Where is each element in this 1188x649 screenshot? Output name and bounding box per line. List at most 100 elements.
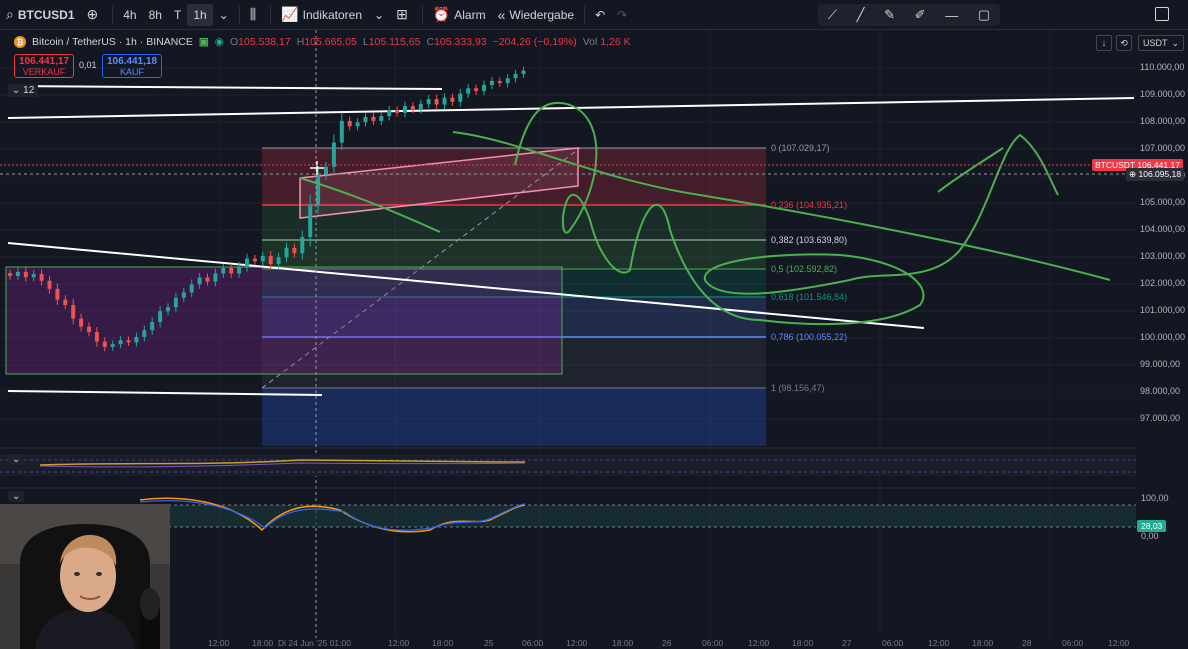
- candle-body: [126, 340, 131, 343]
- buy-button[interactable]: 106.441,18 KAUF: [102, 54, 162, 78]
- volume-label: Vol: [582, 36, 598, 48]
- candle-body: [79, 318, 84, 327]
- time-axis[interactable]: 12:00 18:00 Di 24 Jun '25 01:00 12:00 18:00 2…: [0, 638, 1136, 649]
- compare-button[interactable]: ⊕: [81, 0, 109, 30]
- buy-price: 106.441,18: [106, 56, 158, 67]
- candle-body: [134, 336, 139, 343]
- candle-body: [150, 322, 155, 331]
- chart-type-button[interactable]: ⫼: [244, 0, 266, 30]
- indicators-button[interactable]: 📈 Indikatoren: [275, 0, 368, 30]
- redo-button[interactable]: ↷: [611, 0, 633, 30]
- candle-body: [355, 122, 360, 127]
- candle-body: [403, 106, 407, 113]
- indicators-collapse-toggle[interactable]: ⌄ 12: [8, 84, 39, 97]
- tradingview-logo-icon: ▣: [198, 36, 209, 48]
- chevron-down-icon: ⌄: [12, 454, 21, 465]
- horizontal-line-tool-icon[interactable]: —: [945, 8, 958, 23]
- fib-level-label: 0,236 (104.935,21): [771, 200, 848, 210]
- candle-body: [379, 116, 384, 121]
- interval-8h[interactable]: 8h: [143, 0, 168, 30]
- candle-body: [497, 80, 502, 84]
- candle-body: [252, 258, 257, 262]
- alarm-clock-icon: ⏰: [432, 6, 451, 22]
- symbol-label: BTCUSD1: [17, 7, 75, 22]
- candle-body: [173, 297, 178, 308]
- candle-body: [237, 266, 242, 274]
- candle-body: [331, 142, 336, 167]
- interval-dropdown[interactable]: ⌄: [213, 0, 235, 30]
- alarm-label: Alarm: [454, 7, 486, 22]
- oscillator-pane[interactable]: [0, 497, 1136, 533]
- sync-icon[interactable]: ⟲: [1116, 35, 1132, 51]
- time-tick: 12:00: [748, 638, 770, 648]
- brush-tool-icon[interactable]: ✎: [884, 7, 895, 23]
- line-tool-icon[interactable]: ╱: [857, 7, 865, 23]
- candle-body: [363, 116, 368, 123]
- replay-button[interactable]: « Wiedergabe: [492, 0, 581, 30]
- price-tick: 110.000,00: [1140, 62, 1185, 72]
- candle-body: [118, 340, 123, 345]
- time-tick: 12:00: [208, 638, 230, 648]
- price-scale[interactable]: 110.000,00 109.000,00 108.000,00 107.000,00…: [1136, 30, 1188, 649]
- undo-button[interactable]: ↶: [589, 0, 611, 30]
- fib-level-label: 0 (107.029,17): [771, 143, 830, 153]
- price-tick: 99.000,00: [1140, 359, 1181, 369]
- rectangle-tool-icon[interactable]: ▢: [978, 7, 990, 23]
- candle-body: [110, 344, 115, 347]
- interval-1h[interactable]: 1h: [187, 3, 213, 26]
- webcam-overlay: [0, 504, 170, 649]
- grid-icon: ⊞: [396, 6, 408, 22]
- chart-canvas[interactable]: [0, 30, 1136, 649]
- time-tick: 06:00: [882, 638, 904, 648]
- symbol-search[interactable]: ⌕ BTCUSD1: [0, 0, 81, 30]
- chart-area[interactable]: ₿ Bitcoin / TetherUS · 1h · BINANCE ▣ ◉ …: [0, 30, 1188, 649]
- candles-icon: ⫼: [249, 6, 257, 22]
- download-icon[interactable]: ↓: [1096, 35, 1112, 51]
- spread-value: 0,01: [79, 60, 97, 70]
- symbol-title[interactable]: Bitcoin / TetherUS · 1h · BINANCE: [32, 36, 193, 48]
- candle-body: [197, 277, 202, 285]
- oscillator-axis-top: 100,00: [1141, 493, 1169, 503]
- fullscreen-icon[interactable]: [1155, 7, 1169, 21]
- interval-day[interactable]: T: [168, 0, 187, 30]
- time-tick: 12:00: [928, 638, 950, 648]
- pane2-header[interactable]: ⌄: [8, 491, 25, 502]
- indicators-dropdown[interactable]: ⌄: [368, 0, 390, 30]
- interval-4h[interactable]: 4h: [117, 0, 142, 30]
- plus-circle-icon[interactable]: ⊕: [1129, 169, 1136, 179]
- chevron-down-icon: ⌄: [218, 7, 229, 22]
- undo-icon: ↶: [595, 7, 606, 22]
- high-value: 105.665,05: [304, 36, 357, 48]
- candle-body: [410, 106, 415, 110]
- time-tick: 06:00: [1062, 638, 1084, 648]
- candle-body: [458, 93, 463, 102]
- pane1-header[interactable]: ⌄: [8, 454, 25, 465]
- buy-label: KAUF: [119, 67, 144, 77]
- candle-body: [8, 273, 12, 276]
- layouts-button[interactable]: ⊞: [390, 0, 418, 30]
- time-tick: 26: [662, 638, 672, 648]
- price-tick: 103.000,00: [1140, 251, 1186, 261]
- sell-button[interactable]: 106.441,17 VERKAUF: [14, 54, 74, 78]
- path-tool-icon[interactable]: ⟋: [828, 7, 837, 23]
- candle-body: [482, 85, 486, 91]
- price-tick: 107.000,00: [1140, 143, 1186, 153]
- alarm-button[interactable]: ⏰ Alarm: [427, 0, 492, 30]
- chevron-down-icon: ⌄: [374, 7, 385, 22]
- candle-body: [395, 110, 400, 113]
- highlighter-tool-icon[interactable]: ✐: [915, 7, 926, 23]
- chart-legend: ₿ Bitcoin / TetherUS · 1h · BINANCE ▣ ◉ …: [14, 36, 631, 48]
- status-dot-icon: ◉: [214, 36, 224, 48]
- time-tick: 12:00: [1108, 638, 1130, 648]
- candle-body: [47, 280, 52, 289]
- range-box[interactable]: [5, 266, 563, 375]
- price-tick: 101.000,00: [1140, 305, 1186, 315]
- candle-body: [102, 341, 107, 347]
- candle-body: [434, 99, 439, 105]
- sell-price: 106.441,17: [18, 56, 70, 67]
- presenter-video: [0, 504, 170, 649]
- oscillator-value: 28,03: [1137, 520, 1167, 532]
- rewind-icon: «: [497, 6, 506, 23]
- indicator-pane-1[interactable]: [0, 454, 1136, 476]
- low-value: 105.115,65: [368, 36, 421, 48]
